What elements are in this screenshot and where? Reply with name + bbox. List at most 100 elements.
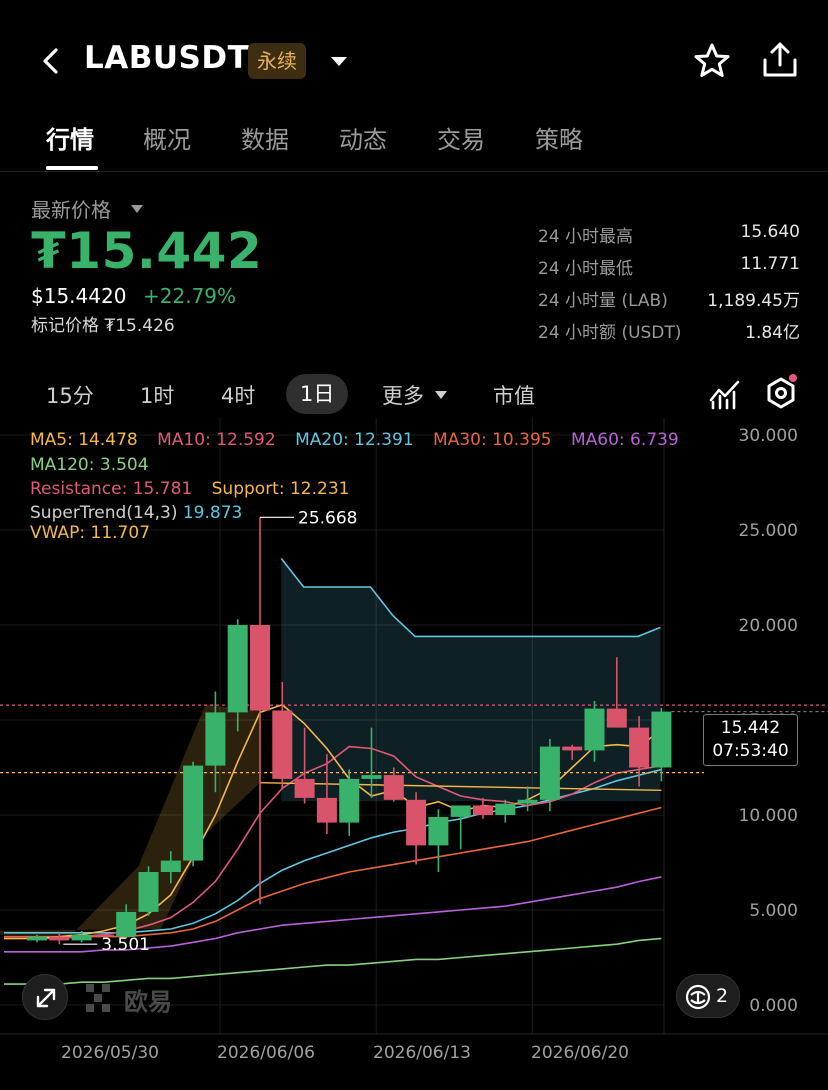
chevron-down-icon[interactable]: [328, 52, 350, 70]
caret-down-icon[interactable]: [130, 204, 144, 214]
tab-active-indicator: [46, 166, 98, 170]
interval-more[interactable]: 更多: [382, 380, 424, 410]
candle-body: [227, 625, 248, 713]
interval-market-cap[interactable]: 市值: [493, 380, 535, 410]
candle-body: [205, 712, 226, 766]
candle-body: [606, 708, 627, 728]
interval-4h[interactable]: 4时: [221, 380, 255, 410]
star-icon[interactable]: [692, 41, 732, 81]
price-usd: $15.4420: [31, 284, 127, 308]
x-axis-label: 2026/06/06: [217, 1043, 315, 1063]
stat-label: 24 小时额 (USDT): [538, 323, 682, 343]
x-axis-label: 2026/05/30: [61, 1043, 159, 1063]
candle-body: [629, 727, 650, 768]
candle-body: [361, 775, 382, 779]
tab-overview[interactable]: 概况: [143, 120, 191, 155]
y-axis-label: 5.000: [749, 901, 798, 921]
stat-row: 24 小时量 (LAB) 1,189.45万: [538, 286, 800, 318]
current-price-value: 15.442: [720, 718, 781, 738]
symbol-title[interactable]: LABUSDT: [84, 40, 249, 76]
interval-1h[interactable]: 1时: [140, 380, 174, 410]
interval-1d[interactable]: 1日: [286, 374, 349, 414]
candle-body: [539, 746, 560, 800]
y-axis-label: 25.000: [739, 521, 798, 541]
settings-hexagon-icon[interactable]: [762, 374, 800, 412]
legend-ma10: MA10: 12.592: [157, 430, 276, 450]
legend-ma60: MA60: 6.739: [571, 430, 679, 450]
legend-supertrend-value: 19.873: [182, 503, 243, 523]
tab-market[interactable]: 行情: [46, 120, 94, 155]
candle-body: [71, 934, 92, 941]
candle-body: [250, 625, 270, 711]
tab-news[interactable]: 动态: [339, 120, 387, 155]
y-axis-label: 10.000: [739, 806, 798, 826]
high-annotation: 25.668: [298, 508, 357, 528]
back-arrow-icon[interactable]: [34, 44, 68, 78]
candle-body: [383, 775, 404, 800]
stat-label: 24 小时量 (LAB): [538, 291, 668, 311]
interval-bar: 15分 1时 4时 1日 更多 市值: [0, 372, 828, 418]
overlay-indicator-button[interactable]: [676, 974, 740, 1018]
stat-row: 24 小时额 (USDT) 1.84亿: [538, 318, 800, 350]
legend-row-1: MA5: 14.478 MA10: 12.592 MA20: 12.391 MA…: [30, 430, 693, 450]
main-tabs: 行情 概况 数据 动态 交易 策略: [0, 116, 828, 172]
x-axis-label: 2026/06/13: [373, 1043, 471, 1063]
overlay-count: 2: [716, 985, 729, 1007]
legend-row-5: VWAP: 11.707: [30, 523, 150, 543]
expand-icon: [36, 988, 56, 1008]
perpetual-badge: 永续: [248, 43, 306, 79]
candle-countdown: 07:53:40: [712, 741, 789, 761]
last-price: ₮15.442: [31, 222, 263, 280]
candle-body: [584, 708, 605, 751]
candle-body: [49, 936, 70, 941]
tab-strategy[interactable]: 策略: [535, 120, 583, 155]
stat-label: 24 小时最高: [538, 227, 634, 247]
y-axis-label: 30.000: [739, 426, 798, 446]
candle-body: [116, 911, 137, 937]
okx-logo-icon: [86, 984, 110, 1012]
candle-body: [183, 765, 204, 861]
candle-body: [138, 872, 159, 912]
candle-body: [428, 816, 449, 846]
header: LABUSDT 永续: [0, 0, 828, 120]
stats-24h: 24 小时最高 15.640 24 小时最低 11.771 24 小时量 (LA…: [538, 222, 800, 350]
stat-row: 24 小时最低 11.771: [538, 254, 800, 286]
caret-down-icon[interactable]: [434, 390, 448, 400]
legend-row-4: SuperTrend(14,3) 19.873: [30, 503, 242, 523]
candle-body: [272, 710, 293, 779]
legend-vwap: VWAP: 11.707: [30, 523, 151, 543]
candle-body: [495, 803, 516, 815]
price-change: +22.79%: [143, 284, 237, 308]
legend-ma20: MA20: 12.391: [295, 430, 414, 450]
legend-ma5: MA5: 14.478: [30, 430, 138, 450]
tab-trade[interactable]: 交易: [437, 120, 485, 155]
x-axis-label: 2026/06/20: [531, 1043, 629, 1063]
tab-data[interactable]: 数据: [241, 120, 289, 155]
candle-body: [517, 799, 538, 804]
candle-body: [473, 805, 493, 815]
legend-ma120: MA120: 3.504: [30, 455, 149, 475]
legend-ma30: MA30: 10.395: [433, 430, 552, 450]
stat-label: 24 小时最低: [538, 259, 634, 279]
indicator-icon[interactable]: [708, 378, 742, 410]
watermark-logo: 欧易: [124, 988, 172, 1016]
low-annotation: 3.501: [101, 935, 150, 955]
candle-body: [294, 778, 315, 798]
stat-row: 24 小时最高 15.640: [538, 222, 800, 254]
share-icon[interactable]: [760, 40, 800, 80]
interval-15m[interactable]: 15分: [46, 380, 94, 410]
candle-body: [450, 805, 471, 817]
candle-body: [160, 860, 181, 872]
legend-row-3: Resistance: 15.781 Support: 12.231: [30, 479, 363, 499]
candle-body: [339, 778, 360, 823]
candle-body: [406, 799, 427, 846]
stat-value: 11.771: [740, 254, 800, 274]
legend-resistance: Resistance: 15.781: [30, 479, 193, 499]
price-label[interactable]: 最新价格: [31, 194, 111, 223]
fullscreen-button[interactable]: [22, 974, 68, 1020]
stat-value: 1.84亿: [745, 323, 800, 343]
candle-body: [562, 746, 583, 751]
y-axis-label: 0.000: [749, 996, 798, 1016]
layers-icon: [685, 984, 711, 1010]
y-axis-label: 20.000: [739, 616, 798, 636]
